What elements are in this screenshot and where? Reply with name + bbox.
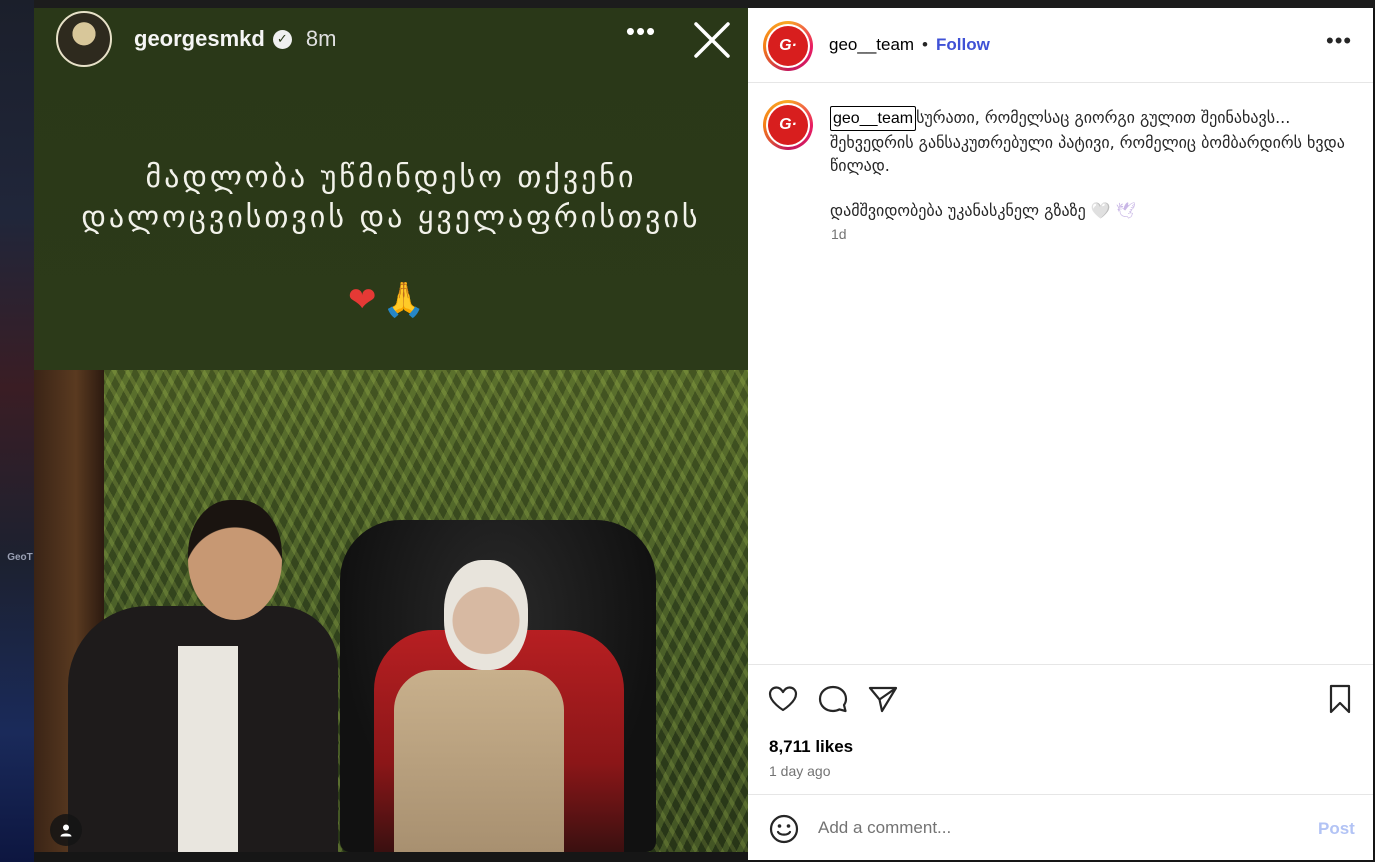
post-comment-button[interactable]: Post (1318, 819, 1355, 839)
post-caption: geo__team სურათი, რომელსაც გიორგი გულით შ… (830, 106, 1350, 222)
background-feed: GeoT (0, 0, 34, 862)
caption-time: 1d (831, 226, 847, 242)
background-logo: GeoT (7, 552, 33, 563)
caption-line2: დამშვიდობება უკანასკნელ გზაზე 🤍 🕊 (830, 199, 1350, 222)
verified-badge-icon: ✓ (272, 29, 292, 49)
comment-bar: Post (748, 794, 1373, 860)
header-avatar[interactable]: G· (763, 21, 813, 71)
story-username[interactable]: georgesmkd (134, 26, 265, 52)
story-time: 8m (305, 26, 337, 51)
geo-team-logo: G· (768, 26, 808, 66)
follow-button[interactable]: Follow (936, 35, 990, 55)
comment-icon[interactable] (817, 683, 849, 715)
story-text-line2: დალოცვისთვის და ყველაფრისთვის (81, 200, 701, 235)
story-user-row: georgesmkd ✓ 8m (134, 26, 336, 52)
caption-emojis: 🤍 🕊 (1090, 201, 1137, 220)
caption-username[interactable]: geo__team (830, 106, 917, 131)
user-tag-icon[interactable] (50, 814, 82, 846)
background-top (34, 0, 1375, 8)
story-more-icon[interactable]: ••• (624, 18, 658, 54)
comment-input[interactable] (818, 813, 1288, 843)
post-header: G· geo__team • Follow ••• (748, 8, 1373, 83)
geo-team-logo-small: G· (768, 105, 808, 145)
post-side-panel: G· geo__team • Follow ••• G· geo__team სუ… (748, 8, 1373, 860)
post-actions: 8,711 likes 1 day ago (748, 664, 1373, 794)
story-photo (34, 370, 748, 852)
story-avatar[interactable] (56, 11, 112, 67)
header-username[interactable]: geo__team (829, 35, 914, 55)
story-text: მადლობა უწმინდესო თქვენი დალოცვისთვის და… (34, 158, 748, 238)
save-bookmark-icon[interactable] (1324, 683, 1356, 715)
story-header-area: georgesmkd ✓ 8m ••• მადლობა უწმინდესო თქ… (34, 8, 748, 370)
likes-count[interactable]: 8,711 likes (769, 737, 853, 757)
story-emojis: ❤ 🙏 (348, 280, 425, 320)
close-icon[interactable] (690, 18, 734, 62)
photo-elder (364, 560, 634, 852)
more-options-icon[interactable]: ••• (1326, 30, 1352, 52)
story-text-line1: მადლობა უწმინდესო თქვენი (145, 160, 637, 195)
heart-emoji: ❤ (348, 280, 377, 320)
emoji-icon[interactable] (768, 813, 800, 845)
post-media: georgesmkd ✓ 8m ••• მადლობა უწმინდესო თქ… (34, 8, 748, 852)
pray-emoji: 🙏 (382, 280, 425, 320)
like-heart-icon[interactable] (767, 683, 799, 715)
header-separator: • (922, 35, 928, 54)
caption-avatar[interactable]: G· (763, 100, 813, 150)
post-date: 1 day ago (769, 763, 831, 779)
share-icon[interactable] (867, 683, 899, 715)
photo-young-man (38, 496, 338, 852)
caption-line2-text: დამშვიდობება უკანასკნელ გზაზე (830, 201, 1086, 220)
